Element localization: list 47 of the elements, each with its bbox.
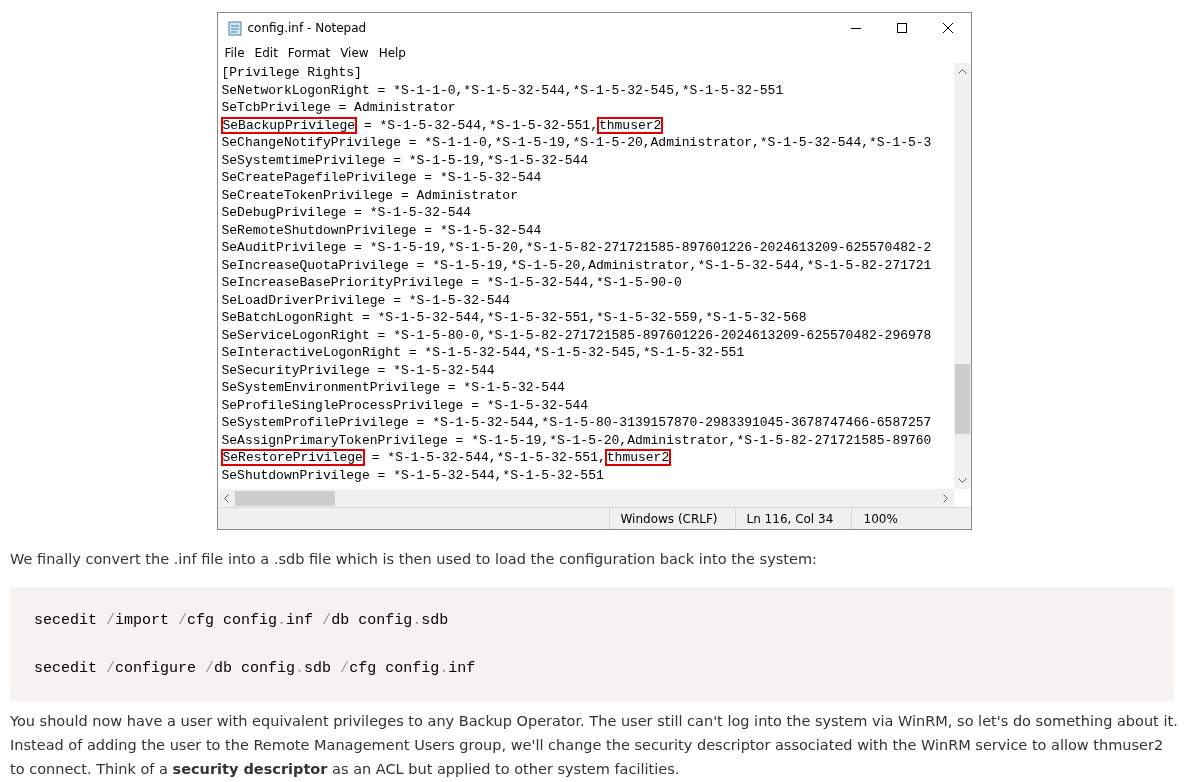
text-line: SeTcbPrivilege = Administrator bbox=[221, 99, 457, 117]
text-line: SeRemoteShutdownPrivilege = *S-1-5-32-544 bbox=[221, 221, 543, 239]
menu-item[interactable]: Edit bbox=[249, 44, 283, 62]
scroll-thumb[interactable] bbox=[234, 490, 335, 506]
menu-item[interactable]: Help bbox=[373, 44, 411, 62]
text-line: SeBatchLogonRight = *S-1-5-32-544,*S-1-5-32-551,*S-1-5-32-559,*S-1-5-32-568 bbox=[221, 309, 808, 327]
status-text: 100% bbox=[850, 508, 971, 529]
scroll-right-icon bbox=[942, 493, 949, 503]
text-line: SeInteractiveLogonRight = *S-1-5-32-544,*S-1-5-32-545,*S-1-5-32-551 bbox=[221, 344, 746, 362]
menu-item[interactable]: Format bbox=[282, 44, 336, 62]
text-line: SeShutdownPrivilege = *S-1-5-32-544,*S-1-5-32-551 bbox=[221, 466, 605, 484]
text-line: SeProfileSingleProcessPrivilege = *S-1-5-32-544 bbox=[221, 396, 590, 414]
text-line: SeAssignPrimaryTokenPrivilege = *S-1-5-19,*S-1-5-20,Administrator,*S-1-5-82-271721585-89760 bbox=[221, 431, 933, 449]
maximize-icon bbox=[896, 23, 907, 33]
text-line: SeCreatePagefilePrivilege = *S-1-5-32-544 bbox=[221, 169, 543, 187]
vertical-scrollbar[interactable] bbox=[953, 63, 971, 489]
text-line: SeDebugPrivilege = *S-1-5-32-544 bbox=[221, 204, 473, 222]
window-title: config.inf - Notepad bbox=[247, 20, 367, 37]
text-line: SeSystemEnvironmentPrivilege = *S-1-5-32-544 bbox=[221, 379, 566, 397]
paragraph: We finally convert the .inf file into a .sdb file which is then used to load the configuration back into the system: bbox=[10, 550, 818, 569]
close-icon bbox=[942, 23, 953, 33]
text-line: SeSystemProfilePrivilege = *S-1-5-32-544,*S-1-5-80-3139157870-2983391045-3678747466-6587257 bbox=[221, 414, 933, 432]
horizontal-scrollbar[interactable] bbox=[217, 489, 954, 507]
text-line: SeLoadDriverPrivilege = *S-1-5-32-544 bbox=[221, 291, 512, 309]
text-line: SeIncreaseQuotaPrivilege = *S-1-5-19,*S-1-5-20,Administrator,*S-1-5-32-544,*S-1-5-82-271721 bbox=[221, 256, 933, 274]
text-line: SeCreateTokenPrivilege = Administrator bbox=[221, 186, 519, 204]
code-block: secedit /import /cfg config.inf /db config.sdb secedit /configure /db config.sdb /cfg config.inf bbox=[10, 587, 1174, 701]
text-line: SeIncreaseBasePriorityPrivilege = *S-1-5-32-544,*S-1-5-90-0 bbox=[221, 274, 683, 292]
scroll-down-icon bbox=[957, 478, 967, 484]
text-line: [Privilege Rights] bbox=[221, 64, 363, 82]
text-line: SeChangeNotifyPrivilege = *S-1-1-0,*S-1-5-19,*S-1-5-20,Administrator,*S-1-5-32-544,*S-1-5-3 bbox=[221, 134, 933, 152]
menu-item[interactable]: View bbox=[335, 44, 374, 62]
text-line: SeBackupPrivilege = *S-1-5-32-544,*S-1-5-32-551,thmuser2 bbox=[221, 116, 664, 134]
notepad-icon bbox=[226, 20, 243, 36]
text-line: SeNetworkLogonRight = *S-1-1-0,*S-1-5-32-544,*S-1-5-32-545,*S-1-5-32-551 bbox=[221, 81, 785, 99]
text-line: SeSystemtimePrivilege = *S-1-5-19,*S-1-5-32-544 bbox=[221, 151, 590, 169]
text-line: SeSecurityPrivilege = *S-1-5-32-544 bbox=[221, 361, 496, 379]
scroll-left-icon bbox=[222, 493, 229, 503]
paragraph: You should now have a user with equivalent privileges to any Backup Operator. The user still can't log into the system via WinRM, so let's do something about it. Instead of adding the user to the Remote Management Users group, we'll change the security descriptor associated with the WinRM service to allow thmuser2 to connect. Think of a security descriptor as an ACL but applied to other system facilities. bbox=[10, 712, 1178, 779]
scroll-thumb[interactable] bbox=[954, 364, 970, 434]
status-text: Ln 116, Col 34 bbox=[734, 508, 851, 529]
text-line: SeAuditPrivilege = *S-1-5-19,*S-1-5-20,*S-1-5-82-271721585-897601226-2024613209-625570482-2 bbox=[221, 239, 933, 257]
menu-item[interactable]: File bbox=[219, 44, 250, 62]
scroll-up-icon bbox=[957, 68, 967, 74]
status-text: Windows (CRLF) bbox=[608, 508, 735, 529]
text-line: SeServiceLogonRight = *S-1-5-80-0,*S-1-5-82-271721585-897601226-2024613209-625570482-296978 bbox=[221, 326, 933, 344]
text-line: SeRestorePrivilege = *S-1-5-32-544,*S-1-5-32-551,thmuser2 bbox=[221, 449, 672, 467]
